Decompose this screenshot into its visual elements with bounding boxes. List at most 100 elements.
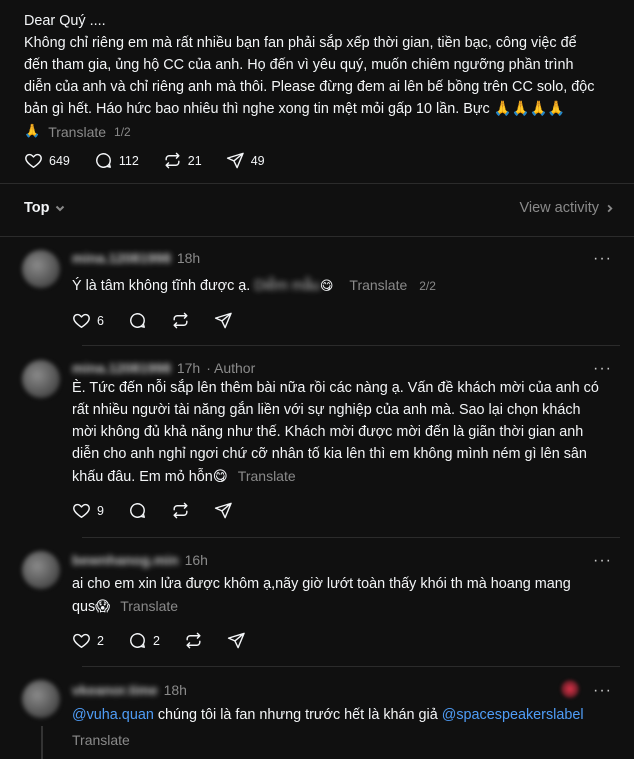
share-icon xyxy=(214,502,232,519)
view-activity-link[interactable]: View activity xyxy=(519,200,614,216)
avatar[interactable] xyxy=(22,250,60,288)
like-count: 9 xyxy=(97,503,104,518)
username[interactable]: mina.12081998 xyxy=(72,360,171,376)
reply-header: bewnhanog.min 16h xyxy=(72,552,208,568)
like-count: 2 xyxy=(97,633,104,648)
reply-line: È. Tức đến nỗi sắp lên thêm bài nữa rồi … xyxy=(72,380,599,396)
share-button[interactable]: 49 xyxy=(226,151,265,170)
reply-line: khấu đâu. Em mỏ hỗn😋 xyxy=(72,469,228,485)
post-actions: 649 112 21 49 xyxy=(24,151,289,170)
comment-count: 2 xyxy=(152,633,160,648)
page-indicator: 1/2 xyxy=(114,125,131,139)
mention-link[interactable]: @vuha.quan xyxy=(72,707,154,723)
filter-bar: Top View activity xyxy=(24,200,614,216)
share-button[interactable] xyxy=(227,631,246,650)
blurred-text: Diễm mẫu xyxy=(254,278,320,294)
like-button[interactable]: 9 xyxy=(72,501,104,520)
comment-count: 112 xyxy=(118,153,139,168)
reply-line: ai cho em xin lửa được khôm ạ,nãy giờ lư… xyxy=(72,576,571,592)
like-count: 6 xyxy=(97,313,104,328)
share-icon xyxy=(226,152,244,169)
reply-text-part: Ý là tâm không tĩnh được ạ. xyxy=(72,278,251,294)
repost-icon xyxy=(173,312,188,329)
comment-icon xyxy=(130,633,145,648)
reply-text: @vuha.quan chúng tôi là fan nhưng trước … xyxy=(72,704,617,752)
like-button[interactable]: 6 xyxy=(72,311,104,330)
share-button[interactable] xyxy=(214,311,233,330)
username[interactable]: vkeanor.time xyxy=(72,682,158,698)
reply-actions: 9 xyxy=(72,501,257,520)
reply-line: rất nhiều người tài năng gắn liền với sự… xyxy=(72,402,581,418)
post-line: Không chỉ riêng em mà rất nhiều bạn fan … xyxy=(24,35,577,51)
share-button[interactable] xyxy=(214,501,233,520)
username[interactable]: mina.12081998 xyxy=(72,250,171,266)
like-count: 649 xyxy=(49,153,70,168)
share-icon xyxy=(227,632,245,649)
share-icon xyxy=(214,312,232,329)
post-line: diễn của anh và chỉ riêng anh mà thôi. P… xyxy=(24,79,595,95)
folded-hands-emoji: 🙏 xyxy=(24,124,41,139)
thread-line xyxy=(41,726,43,759)
view-activity-label: View activity xyxy=(519,200,599,216)
chevron-right-icon xyxy=(607,204,613,212)
reply-item: mina.12081998 18h ··· Ý là tâm không tĩn… xyxy=(0,236,634,346)
reply-time: 16h xyxy=(184,552,208,568)
more-icon[interactable]: ··· xyxy=(593,552,612,570)
reply-text: ai cho em xin lửa được khôm ạ,nãy giờ lư… xyxy=(72,573,617,618)
heart-icon xyxy=(73,633,90,648)
avatar[interactable] xyxy=(22,360,60,398)
more-icon[interactable]: ··· xyxy=(593,250,612,268)
repost-button[interactable] xyxy=(171,501,190,520)
sort-label: Top xyxy=(24,200,50,216)
like-button[interactable]: 2 xyxy=(72,631,104,650)
sort-dropdown[interactable]: Top xyxy=(24,200,65,216)
emoji: 😋 xyxy=(319,279,334,294)
repost-icon xyxy=(173,502,188,519)
reply-item: vkeanor.time 18h ··· @vuha.quan chúng tô… xyxy=(0,666,634,759)
repost-button[interactable]: 21 xyxy=(163,151,202,170)
username[interactable]: bewnhanog.min xyxy=(72,552,179,568)
reply-actions: 6 xyxy=(72,311,257,330)
comment-button[interactable]: 112 xyxy=(94,151,139,170)
post-line: đến tham gia, ủng hộ CC của anh. Họ đến … xyxy=(24,57,574,73)
repost-icon xyxy=(165,152,180,169)
repost-count: 21 xyxy=(187,153,202,168)
reply-time: 18h xyxy=(176,250,201,266)
post-line: Dear Quý .... xyxy=(24,13,106,29)
reply-line: mời không đủ khả năng như thế. Khách mời… xyxy=(72,424,584,440)
post-line: bản gì hết. Háo hức bao nhiêu thì nghe x… xyxy=(24,101,566,117)
mention-link[interactable]: @spacespeakerslabel xyxy=(442,707,584,723)
translate-link[interactable]: Translate xyxy=(120,598,178,614)
avatar[interactable] xyxy=(22,680,60,718)
liked-by-avatar xyxy=(561,680,579,698)
comment-button[interactable] xyxy=(128,311,147,330)
reply-line: qus😱 xyxy=(72,599,111,615)
reply-actions: 2 2 xyxy=(72,631,270,650)
comment-icon xyxy=(130,313,145,328)
reply-time: 17h xyxy=(176,360,201,376)
author-badge: · Author xyxy=(206,360,256,376)
reply-text-part: chúng tôi là fan nhưng trước hết là khán… xyxy=(153,707,442,723)
translate-link[interactable]: Translate xyxy=(349,277,407,293)
repost-button[interactable] xyxy=(184,631,203,650)
share-count: 49 xyxy=(250,153,265,168)
translate-link[interactable]: Translate xyxy=(238,468,296,484)
chevron-down-icon xyxy=(55,205,64,212)
more-icon[interactable]: ··· xyxy=(593,682,612,700)
repost-button[interactable] xyxy=(171,311,190,330)
post-translate-row: 🙏 Translate 1/2 xyxy=(24,121,131,143)
post-body: Dear Quý .... Không chỉ riêng em mà rất … xyxy=(24,10,620,143)
like-button[interactable]: 649 xyxy=(24,151,70,170)
translate-link[interactable]: Translate xyxy=(48,121,106,143)
avatar[interactable] xyxy=(22,551,60,589)
more-icon[interactable]: ··· xyxy=(593,360,612,378)
reply-item: mina.12081998 17h · Author ··· È. Tức đế… xyxy=(0,345,634,537)
reply-header: mina.12081998 17h · Author xyxy=(72,360,255,376)
translate-link[interactable]: Translate xyxy=(72,732,130,748)
heart-icon xyxy=(25,153,42,168)
heart-icon xyxy=(73,313,90,328)
page-indicator: 2/2 xyxy=(419,279,436,293)
comment-button[interactable] xyxy=(128,501,147,520)
comment-button[interactable]: 2 xyxy=(128,631,160,650)
comment-icon xyxy=(130,503,145,518)
